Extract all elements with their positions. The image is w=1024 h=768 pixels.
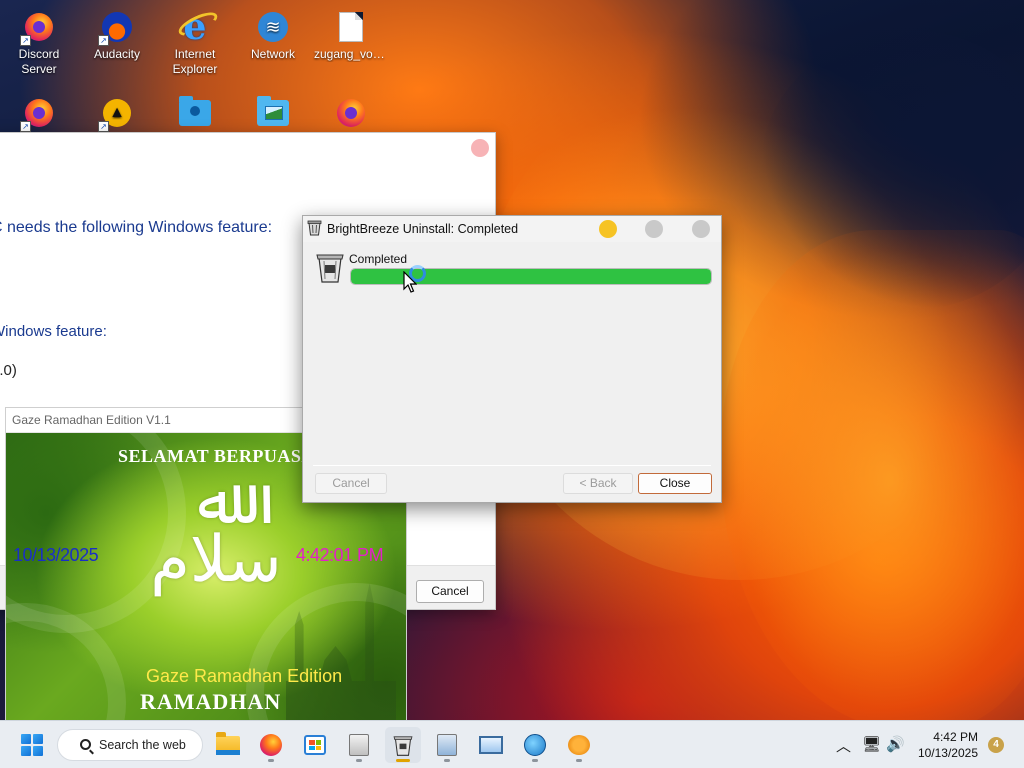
taskbar-monitor[interactable]: [473, 727, 509, 763]
notification-badge[interactable]: 4: [988, 737, 1004, 753]
back-button[interactable]: < Back: [563, 473, 633, 494]
cancel-button[interactable]: Cancel: [416, 580, 484, 603]
recycle-bin-icon: [307, 220, 322, 236]
pointer-cursor-icon: [403, 271, 417, 293]
taskbar-installer[interactable]: [341, 727, 377, 763]
chevron-up-icon[interactable]: ︿: [836, 735, 851, 756]
time-display: 4:42:01 PM: [296, 545, 384, 565]
globe-icon: [524, 734, 546, 756]
title-bar[interactable]: BrightBreeze Uninstall: Completed: [303, 216, 721, 242]
bee-icon: [568, 735, 590, 755]
document-icon: [334, 10, 368, 44]
taskbar: Search the web ︿ 🖥 🔊 4:42 PM 10/13/2025 …: [0, 720, 1024, 768]
desktop-icon-user-folder[interactable]: [156, 90, 234, 133]
user-folder-icon: [178, 96, 212, 130]
clock-time: 4:42 PM: [933, 730, 978, 744]
firefox-icon: ↗: [20, 10, 56, 46]
close-icon[interactable]: [471, 139, 489, 157]
network-icon: ≋: [256, 10, 290, 44]
ramadhan-text: RAMADHAN: [140, 689, 282, 714]
monitor-icon: [479, 736, 503, 754]
aimp-icon: ▲ ↗: [98, 96, 134, 132]
taskbar-globe[interactable]: [517, 727, 553, 763]
search-icon: [80, 739, 91, 750]
taskbar-microsoft-store[interactable]: [297, 727, 333, 763]
close-button[interactable]: Close: [638, 473, 712, 494]
search-placeholder: Search the web: [99, 738, 186, 752]
desktop-icon-audacity[interactable]: ↗ Audacity: [78, 4, 156, 62]
status-label: Completed: [349, 252, 408, 266]
taskbar-file-explorer[interactable]: [210, 727, 246, 763]
feature-heading: C needs the following Windows feature:: [0, 219, 273, 236]
close-window-button[interactable]: [692, 220, 710, 238]
uninstaller-icon: [393, 736, 413, 756]
desktop-icon-pictures-folder[interactable]: [234, 90, 312, 133]
taskbar-firefox[interactable]: [253, 727, 289, 763]
recycle-bin-icon: [316, 254, 344, 283]
volume-icon[interactable]: 🔊: [886, 735, 905, 753]
taskbar-uninstaller[interactable]: [385, 727, 421, 763]
calligraphy-image: ﷲ سلام: [150, 465, 282, 597]
firefox-icon: [334, 96, 368, 130]
edition-text: Gaze Ramadhan Edition: [146, 666, 343, 686]
taskbar-bee[interactable]: [561, 727, 597, 763]
desktop-icon-firefox-shortcut[interactable]: ↗: [0, 90, 78, 133]
search-input[interactable]: Search the web: [57, 729, 203, 761]
taskbar-setup[interactable]: [429, 727, 465, 763]
minimize-button[interactable]: [599, 220, 617, 238]
date-display: 10/13/2025: [13, 545, 99, 565]
desktop-icon-internet-explorer[interactable]: e Internet Explorer: [156, 4, 234, 77]
audacity-icon: ↗: [98, 10, 134, 46]
uninstall-dialog: BrightBreeze Uninstall: Completed Comple…: [302, 215, 722, 503]
clock[interactable]: 4:42 PM 10/13/2025: [908, 729, 978, 761]
start-button[interactable]: [14, 727, 50, 763]
internet-explorer-icon: e: [183, 6, 207, 48]
network-status-icon[interactable]: 🖥: [862, 735, 881, 753]
feature-item: 3.0): [0, 362, 17, 379]
greeting-text: SELAMAT BERPUASA: [118, 446, 315, 466]
desktop-icon-network[interactable]: ≋ Network: [234, 4, 312, 62]
system-tray: ︿ 🖥 🔊 4:42 PM 10/13/2025 4: [824, 721, 1024, 768]
desktop-icon-discord-server[interactable]: ↗ Discord Server: [0, 4, 78, 77]
windows-icon: [21, 734, 43, 756]
clock-date: 10/13/2025: [917, 746, 978, 760]
desktop-icon-document[interactable]: zugang_vorh...: [312, 4, 390, 62]
maximize-button[interactable]: [645, 220, 663, 238]
pictures-folder-icon: [256, 96, 290, 130]
firefox-icon: ↗: [20, 96, 56, 132]
installer-icon: [349, 734, 369, 756]
setup-icon: [437, 734, 457, 756]
firefox-icon: [260, 734, 282, 756]
desktop-icon-firefox[interactable]: [312, 90, 390, 133]
file-explorer-icon: [216, 731, 240, 755]
cancel-button[interactable]: Cancel: [315, 473, 387, 494]
desktop-icon-aimp[interactable]: ▲ ↗: [78, 90, 156, 133]
dialog-title: BrightBreeze Uninstall: Completed: [327, 222, 519, 236]
feature-subheading: Windows feature:: [0, 323, 107, 340]
divider: [313, 465, 711, 466]
microsoft-store-icon: [304, 735, 326, 755]
